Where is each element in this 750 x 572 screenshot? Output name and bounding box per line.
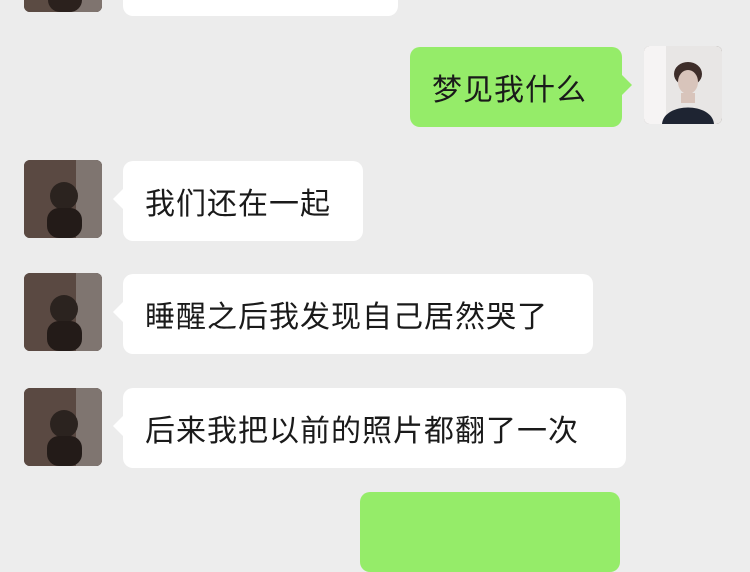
message-text: 我们还在一起 bbox=[145, 187, 331, 222]
contact-avatar[interactable] bbox=[24, 0, 102, 12]
message-bubble-top[interactable] bbox=[123, 0, 398, 16]
contact-avatar[interactable] bbox=[24, 160, 102, 238]
message-text: 睡醒之后我发现自己居然哭了 bbox=[145, 300, 548, 335]
chat-conversation: 梦见我什么 我们还在一起 睡醒之后我发现自己居然哭了 后来我把以前的照片都翻了一… bbox=[0, 0, 750, 572]
contact-avatar-icon bbox=[24, 388, 102, 466]
message-bubble-incoming[interactable]: 我们还在一起 bbox=[113, 161, 363, 241]
message-bubble-incoming[interactable]: 睡醒之后我发现自己居然哭了 bbox=[113, 274, 593, 354]
message-text: 后来我把以前的照片都翻了一次 bbox=[145, 414, 579, 449]
message-bubble-bottom[interactable] bbox=[360, 492, 620, 572]
contact-avatar[interactable] bbox=[24, 388, 102, 466]
message-bubble-incoming[interactable]: 后来我把以前的照片都翻了一次 bbox=[113, 388, 626, 468]
contact-avatar-icon bbox=[24, 273, 102, 351]
contact-avatar-icon bbox=[24, 160, 102, 238]
self-avatar[interactable] bbox=[644, 46, 722, 124]
message-bubble-outgoing[interactable]: 梦见我什么 bbox=[410, 47, 632, 127]
contact-avatar-icon bbox=[24, 0, 102, 12]
contact-avatar[interactable] bbox=[24, 273, 102, 351]
message-text: 梦见我什么 bbox=[432, 73, 587, 108]
self-avatar-icon bbox=[644, 46, 722, 124]
